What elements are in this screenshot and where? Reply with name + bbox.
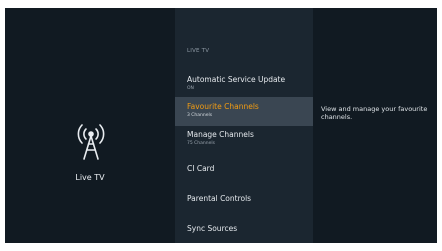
antenna-icon [77, 124, 105, 160]
menu-item-automatic-service-update[interactable]: Automatic Service Update ON [175, 71, 313, 100]
menu-item-label: CI Card [187, 164, 215, 173]
menu-item-sync-sources[interactable]: Sync Sources [175, 218, 313, 247]
menu-item-sub: ON [187, 86, 194, 91]
menu-item-sub: 75 Channels [187, 141, 215, 146]
menu-item-label: Automatic Service Update [187, 75, 286, 84]
frame-right [437, 0, 442, 251]
menu-item-sub: 3 Channels [187, 113, 213, 118]
menu-item-label: Favourite Channels [187, 102, 259, 111]
menu-item-ci-card[interactable]: CI Card [175, 158, 313, 187]
menu-item-label: Sync Sources [187, 224, 238, 233]
item-description: View and manage your favourite channels. [321, 105, 428, 121]
detail-pane: View and manage your favourite channels. [313, 8, 437, 243]
category-pane: Live TV [5, 8, 175, 243]
menu-item-parental-controls[interactable]: Parental Controls [175, 188, 313, 217]
menu-item-manage-channels[interactable]: Manage Channels 75 Channels [175, 126, 313, 155]
settings-menu: LIVE TV Automatic Service Update ON Favo… [175, 8, 313, 243]
menu-item-favourite-channels[interactable]: Favourite Channels 3 Channels [175, 97, 313, 126]
menu-header: LIVE TV [187, 48, 210, 54]
menu-item-label: Manage Channels [187, 130, 254, 139]
frame-top [0, 0, 442, 8]
menu-item-label: Parental Controls [187, 194, 252, 203]
tv-screen: Live TV LIVE TV Automatic Service Update… [0, 0, 442, 251]
category-title: Live TV [75, 173, 105, 182]
